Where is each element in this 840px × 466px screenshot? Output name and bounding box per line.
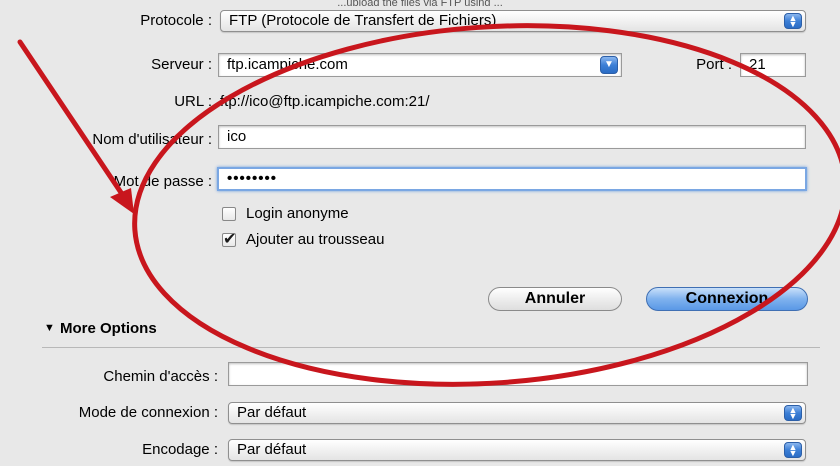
ftp-connection-dialog: ...upload the files via FTP using ... Pr… [0, 0, 840, 466]
annotation-arrow-shaft [17, 39, 129, 203]
highlight-ellipse [132, 23, 840, 387]
annotation-overlay [17, 23, 840, 387]
arrow-head-icon [110, 188, 134, 214]
